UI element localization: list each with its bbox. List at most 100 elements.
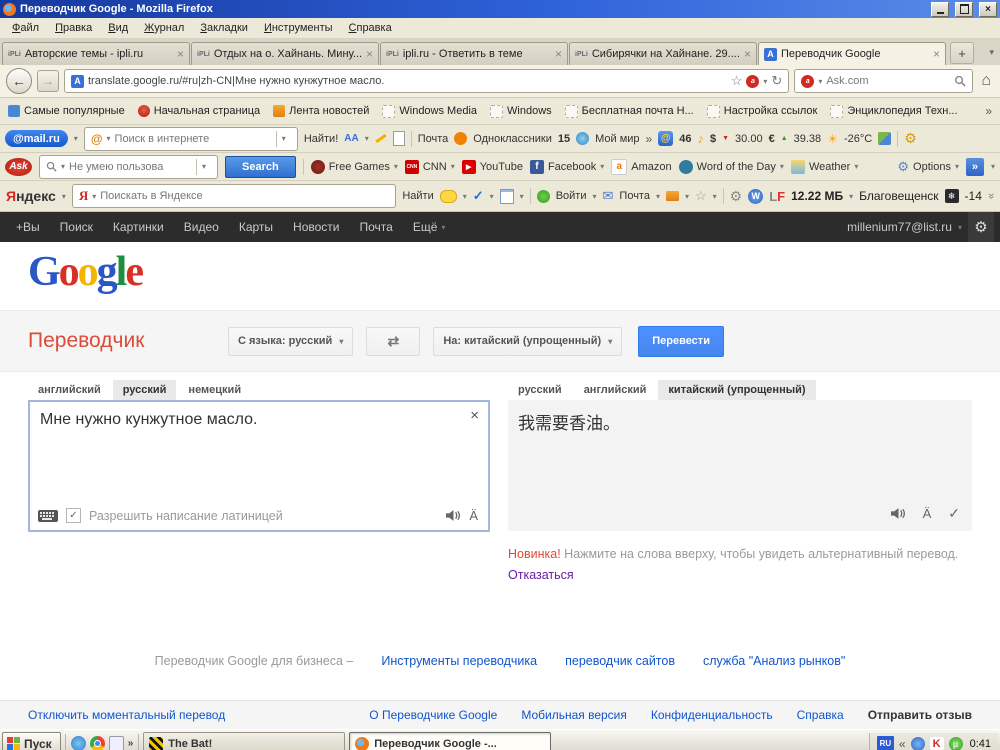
bookmark-item[interactable]: Бесплатная почта Н...	[565, 105, 694, 118]
target-language-dropdown[interactable]: На: китайский (упрощенный)▾	[433, 327, 622, 356]
dropdown-icon[interactable]: ▾	[854, 162, 858, 171]
mailru-mail-link[interactable]: Почта	[418, 133, 449, 145]
dropdown-icon[interactable]: ▾	[394, 162, 398, 171]
market-finder-link[interactable]: служба "Анализ рынков"	[703, 654, 845, 668]
dropdown-icon[interactable]: ▾	[365, 134, 369, 143]
transliteration-icon[interactable]: Ä	[469, 508, 478, 523]
dropdown-icon[interactable]: ▾	[62, 192, 66, 201]
listen-icon[interactable]	[891, 507, 906, 520]
instant-translation-toggle-link[interactable]: Отключить моментальный перевод	[28, 708, 225, 722]
dropdown-icon[interactable]: ▾	[202, 162, 206, 171]
browser-tab[interactable]: iPLi Авторские темы - ipli.ru ×	[2, 42, 190, 65]
menu-file[interactable]: Файл	[4, 20, 47, 36]
tab-english[interactable]: английский	[574, 380, 657, 400]
dropdown-icon[interactable]: ▾	[849, 192, 853, 201]
ask-logo[interactable]: Ask	[5, 158, 32, 176]
clear-source-icon[interactable]: ×	[470, 407, 479, 424]
bookmark-item[interactable]: Начальная страница	[138, 105, 260, 117]
source-language-dropdown[interactable]: С языка: русский▾	[228, 327, 353, 356]
google-nav-search[interactable]: Поиск	[50, 220, 103, 234]
mailru-logo-dropdown-icon[interactable]: ▾	[74, 134, 78, 143]
translator-toolkit-link[interactable]: Инструменты переводчика	[381, 654, 537, 668]
moymir-link[interactable]: Мой мир	[595, 133, 639, 145]
dropdown-icon[interactable]: ▾	[107, 134, 111, 143]
dropdown-icon[interactable]: ▾	[955, 162, 959, 171]
menu-history[interactable]: Журнал	[136, 20, 192, 36]
dropdown-icon[interactable]: ▾	[490, 192, 494, 201]
about-link[interactable]: О Переводчике Google	[369, 708, 497, 722]
facebook-link[interactable]: fFacebook▾	[530, 160, 604, 174]
tab-close-icon[interactable]: ×	[933, 47, 940, 61]
reload-icon[interactable]: ↻	[771, 73, 782, 89]
dropdown-icon[interactable]: ▾	[92, 192, 96, 201]
bookmark-item[interactable]: Windows Media	[382, 105, 477, 118]
yandex-overflow-icon[interactable]: »	[985, 193, 997, 199]
search-text[interactable]: Ask.com	[826, 75, 950, 87]
search-icon[interactable]	[954, 75, 966, 87]
torrent-tray-icon[interactable]: µ	[949, 737, 963, 750]
youtube-link[interactable]: ▶YouTube	[462, 160, 523, 174]
bookmark-star-icon[interactable]: ☆	[731, 73, 743, 89]
comments-bubble-icon[interactable]	[440, 190, 457, 203]
yandex-logo[interactable]: Яндекс	[6, 188, 56, 204]
favorites-star-icon[interactable]: ☆	[695, 188, 707, 204]
page-icon[interactable]	[393, 131, 405, 146]
quick-launch-overflow-icon[interactable]: »	[128, 738, 134, 749]
tab-russian-active[interactable]: русский	[113, 380, 177, 400]
menu-bookmarks[interactable]: Закладки	[192, 20, 256, 36]
translation-text[interactable]: 我需要香油。	[508, 400, 972, 434]
weather-link[interactable]: Weather▾	[791, 160, 858, 174]
dropdown-icon[interactable]: ▾	[991, 162, 995, 171]
ask-overflow-button[interactable]: »	[966, 158, 984, 176]
font-size-icon[interactable]: АА	[344, 133, 358, 144]
bookmark-item[interactable]: Самые популярные	[8, 105, 125, 117]
free-games-link[interactable]: Free Games▾	[311, 160, 398, 174]
mailru-search-placeholder[interactable]: Поиск в интернете	[115, 133, 272, 145]
messenger-tray-icon[interactable]	[911, 737, 925, 750]
browser-tab[interactable]: iPLi Отдых на о. Хайнань. Мину... ×	[191, 42, 379, 65]
mailru-search-input[interactable]: @ ▾ Поиск в интернете ▾	[84, 127, 298, 151]
home-button[interactable]: ⌂	[978, 72, 994, 90]
dropdown-icon[interactable]: ▾	[61, 162, 65, 171]
music-note-icon[interactable]: ♪	[697, 131, 704, 146]
dropdown-icon[interactable]: ▾	[656, 192, 660, 201]
google-nav-images[interactable]: Картинки	[103, 220, 174, 234]
word-of-the-day-link[interactable]: Word of the Day▾	[679, 160, 784, 174]
bookmark-item[interactable]: Windows	[490, 105, 552, 118]
tab-close-icon[interactable]: ×	[744, 47, 751, 61]
forward-button[interactable]: →	[37, 70, 59, 92]
virtual-keyboard-icon[interactable]	[38, 510, 58, 522]
keyboard-language-indicator[interactable]: RU	[877, 736, 894, 750]
browser-tab-active[interactable]: A Переводчик Google ×	[758, 42, 946, 65]
translate-button[interactable]: Перевести	[638, 326, 724, 357]
website-translator-link[interactable]: переводчик сайтов	[565, 654, 675, 668]
dismiss-link[interactable]: Отказаться	[508, 565, 574, 586]
menu-edit[interactable]: Правка	[47, 20, 100, 36]
dropdown-icon[interactable]: ▾	[685, 192, 689, 201]
traffic-counter[interactable]: 12.22 МБ	[791, 189, 843, 203]
chrome-icon[interactable]	[90, 736, 105, 750]
latin-checkbox[interactable]: ✓	[66, 508, 81, 523]
privacy-link[interactable]: Конфиденциальность	[651, 708, 773, 722]
mobile-link[interactable]: Мобильная версия	[521, 708, 627, 722]
folder-icon[interactable]	[666, 191, 679, 201]
google-nav-video[interactable]: Видео	[174, 220, 229, 234]
browser-tab[interactable]: iPLi ipli.ru - Ответить в теме ×	[380, 42, 568, 65]
tab-russian[interactable]: русский	[508, 380, 572, 400]
help-link[interactable]: Справка	[797, 708, 844, 722]
menu-help[interactable]: Справка	[341, 20, 400, 36]
google-nav-plus-you[interactable]: +Вы	[6, 220, 50, 234]
taskbar-clock[interactable]: 0:41	[968, 738, 991, 750]
start-button[interactable]: Пуск	[2, 732, 61, 750]
dropdown-icon[interactable]: ▾	[451, 162, 455, 171]
menu-tools[interactable]: Инструменты	[256, 20, 341, 36]
mailru-logo[interactable]: @mail.ru	[5, 130, 68, 147]
url-text[interactable]: translate.google.ru/#ru|zh-CN|Мне нужно …	[88, 75, 727, 87]
search-bar[interactable]: a ▾ Ask.com	[794, 69, 973, 93]
tab-close-icon[interactable]: ×	[177, 47, 184, 61]
yandex-find-button[interactable]: Найти	[402, 190, 433, 202]
tab-german[interactable]: немецкий	[178, 380, 251, 400]
map-icon[interactable]	[878, 132, 891, 145]
google-settings-gear-icon[interactable]: ⚙	[968, 212, 994, 242]
browser-tab[interactable]: iPLi Сибирячки на Хайнане. 29.... ×	[569, 42, 757, 65]
